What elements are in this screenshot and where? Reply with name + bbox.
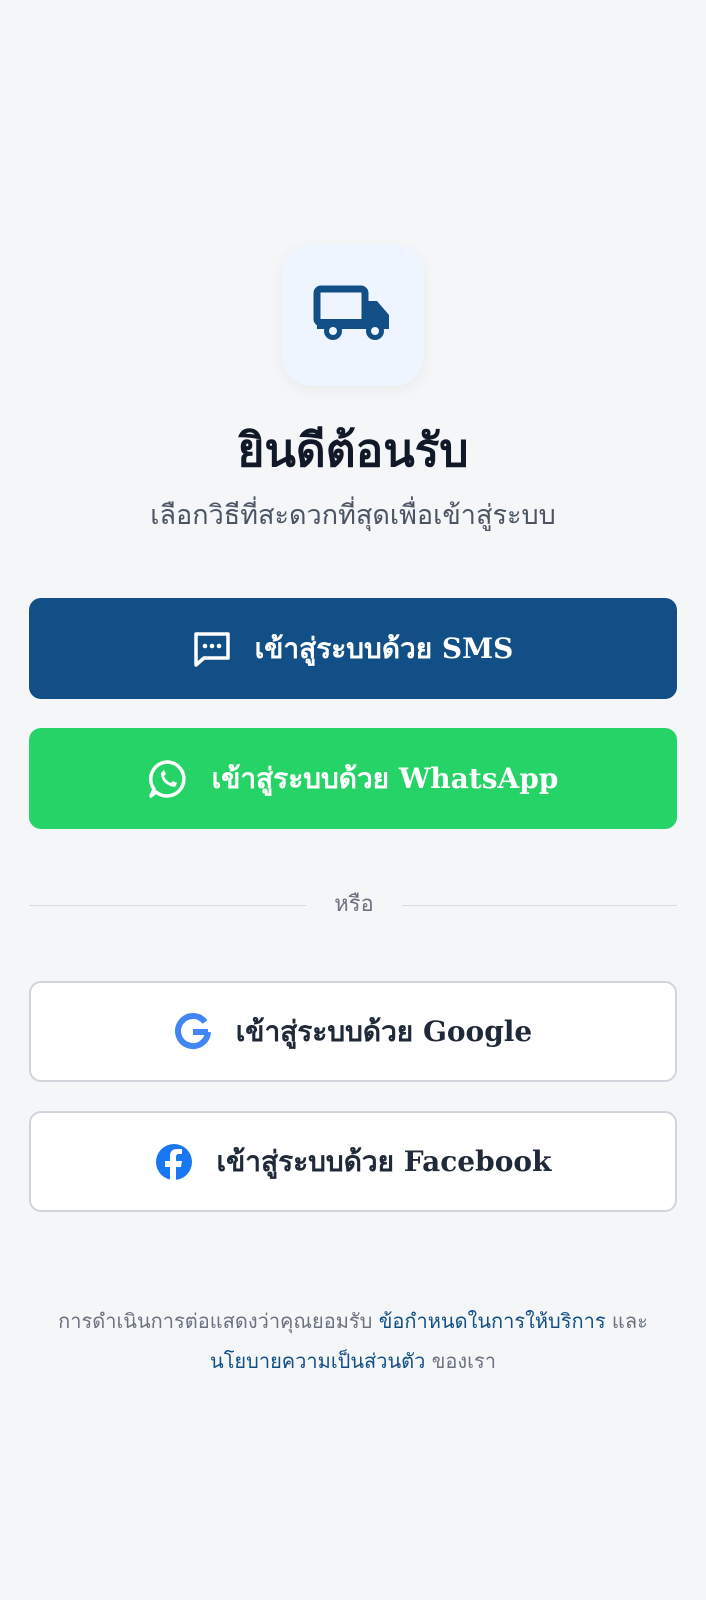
google-icon [174, 1012, 212, 1051]
whatsapp-login-button[interactable]: เข้าสู่ระบบด้วย WhatsApp [29, 728, 677, 829]
app-logo [282, 244, 424, 386]
divider-left [29, 905, 306, 906]
login-screen: ยินดีต้อนรับ เลือกวิธีที่สะดวกที่สุดเพื่… [0, 0, 706, 1600]
whatsapp-icon [148, 759, 188, 799]
divider-or-text: หรือ [334, 892, 374, 917]
terms-prefix: การดำเนินการต่อแสดงว่าคุณยอมรับ [58, 1309, 373, 1333]
divider-right [402, 905, 677, 906]
whatsapp-login-label: เข้าสู่ระบบด้วย WhatsApp [211, 761, 559, 795]
facebook-login-button[interactable]: เข้าสู่ระบบด้วย Facebook [29, 1111, 677, 1212]
facebook-login-label: เข้าสู่ระบบด้วย Facebook [216, 1144, 552, 1178]
message-icon [193, 631, 231, 667]
google-login-label: เข้าสู่ระบบด้วย Google [235, 1014, 533, 1048]
facebook-icon [155, 1143, 193, 1181]
truck-icon [313, 285, 393, 345]
privacy-policy-link[interactable]: นโยบายความเป็นส่วนตัว [210, 1349, 425, 1373]
terms-of-service-link[interactable]: ข้อกำหนดในการให้บริการ [379, 1309, 606, 1333]
terms-suffix: ของเรา [431, 1349, 496, 1373]
google-login-button[interactable]: เข้าสู่ระบบด้วย Google [29, 981, 677, 1082]
page-title: ยินดีต้อนรับ [237, 423, 469, 477]
sms-login-label: เข้าสู่ระบบด้วย SMS [254, 631, 514, 665]
terms-notice: การดำเนินการต่อแสดงว่าคุณยอมรับ ข้อกำหนด… [30, 1301, 676, 1381]
page-subtitle: เลือกวิธีที่สะดวกที่สุดเพื่อเข้าสู่ระบบ [150, 500, 556, 531]
sms-login-button[interactable]: เข้าสู่ระบบด้วย SMS [29, 598, 677, 699]
terms-and: และ [611, 1309, 648, 1333]
